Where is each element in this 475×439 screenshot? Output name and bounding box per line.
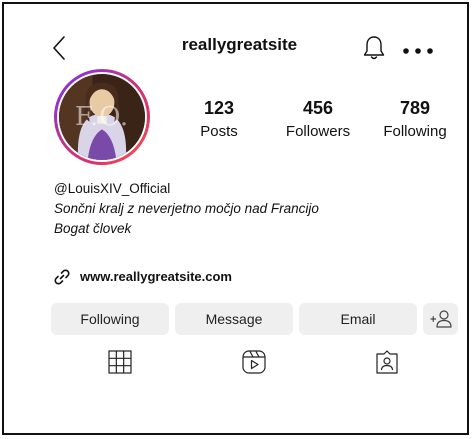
following-label: Following (383, 123, 447, 140)
following-stat[interactable]: 789 Following (378, 98, 452, 141)
bio-line: Sončni kralj z neverjetno močjo nad Fran… (54, 201, 319, 216)
following-button[interactable]: Following (51, 303, 169, 335)
following-count: 789 (399, 98, 431, 118)
bio-line: Bogat človek (54, 221, 132, 236)
link-icon (53, 268, 71, 286)
bio-handle: @LouisXIV_Official (54, 181, 171, 196)
posts-count: 123 (203, 98, 235, 118)
add-user-icon (430, 310, 452, 328)
profile-link[interactable]: www.reallygreatsite.com (80, 268, 232, 286)
add-user-button[interactable] (423, 303, 458, 335)
message-button[interactable]: Message (175, 303, 293, 335)
grid-icon[interactable] (107, 349, 133, 375)
email-button[interactable]: Email (299, 303, 417, 335)
avatar-monogram: F.O. (74, 102, 130, 132)
avatar[interactable]: F.O. (54, 69, 150, 165)
profile-screen: reallygreatsite F.O. 123 Posts 456 Follo… (2, 2, 469, 435)
posts-label: Posts (200, 123, 238, 140)
tagged-icon[interactable] (374, 349, 400, 375)
avatar-photo: F.O. (57, 72, 147, 162)
followers-count: 456 (302, 98, 334, 118)
followers-stat[interactable]: 456 Followers (268, 98, 368, 141)
reels-icon[interactable] (241, 349, 267, 375)
more-horizontal-icon[interactable] (402, 43, 434, 54)
posts-stat[interactable]: 123 Posts (188, 98, 250, 141)
followers-label: Followers (285, 123, 351, 140)
bell-icon[interactable] (362, 35, 386, 61)
